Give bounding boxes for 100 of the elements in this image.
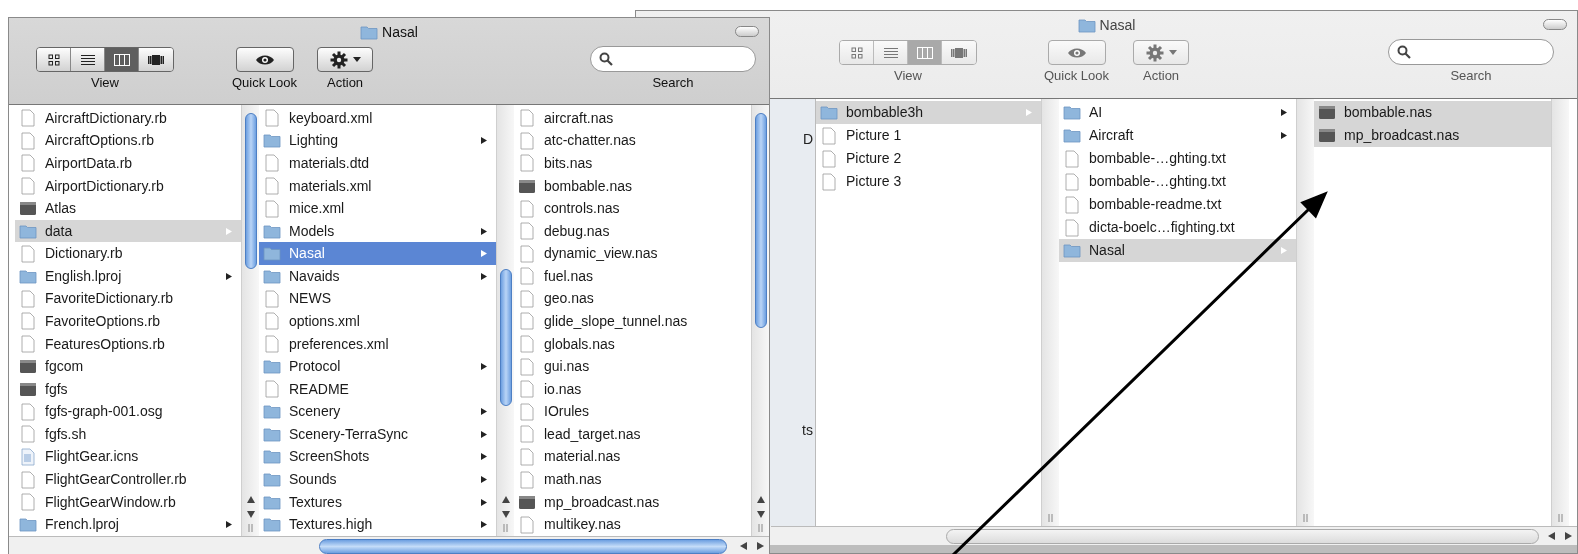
scroll-up-icon[interactable] xyxy=(246,496,255,503)
file-row[interactable]: Nasal xyxy=(259,242,496,266)
file-row[interactable]: Sounds xyxy=(259,468,496,491)
file-row[interactable]: Nasal xyxy=(1059,239,1296,262)
file-row[interactable]: Picture 2 xyxy=(816,147,1041,170)
scroll-right-icon[interactable] xyxy=(757,542,764,550)
resize-grip-icon[interactable] xyxy=(1303,514,1308,522)
scroll-thumb[interactable] xyxy=(319,538,727,554)
file-row[interactable]: fgfs-graph-001.osg xyxy=(15,400,241,424)
file-row[interactable]: FlightGearController.rb xyxy=(15,468,241,491)
quick-look-button[interactable] xyxy=(235,47,294,72)
file-row[interactable]: README xyxy=(259,377,496,401)
file-row[interactable]: geo.nas xyxy=(514,287,751,311)
file-row[interactable]: Models xyxy=(259,219,496,243)
file-row[interactable]: bits.nas xyxy=(514,152,751,175)
file-row[interactable]: Aircraft xyxy=(1059,124,1296,147)
file-row[interactable]: keyboard.xml xyxy=(259,107,496,130)
file-row[interactable]: options.xml xyxy=(259,310,496,333)
file-row[interactable]: controls.nas xyxy=(514,197,751,220)
toolbar-toggle-button[interactable] xyxy=(735,26,759,37)
resize-grip-icon[interactable] xyxy=(758,524,763,532)
resize-grip-icon[interactable] xyxy=(503,524,508,532)
file-row[interactable]: mp_broadcast.nas xyxy=(1314,124,1551,147)
file-row[interactable]: bombable-…ghting.txt xyxy=(1059,147,1296,170)
scroll-down-icon[interactable] xyxy=(501,511,510,518)
file-row[interactable]: globals.nas xyxy=(514,332,751,356)
scroll-bar[interactable] xyxy=(751,105,769,536)
file-row[interactable]: material.nas xyxy=(514,445,751,469)
file-row[interactable]: bombable-readme.txt xyxy=(1059,193,1296,216)
file-row[interactable]: fgcom xyxy=(15,355,241,378)
file-row[interactable]: Dictionary.rb xyxy=(15,242,241,266)
file-row[interactable]: bombable3h xyxy=(816,101,1041,124)
file-row[interactable]: Textures xyxy=(259,490,496,514)
file-row[interactable]: Lighting xyxy=(259,129,496,153)
view-mode-button[interactable] xyxy=(37,48,71,71)
scroll-bar[interactable] xyxy=(1296,99,1314,526)
action-button[interactable] xyxy=(317,47,374,72)
file-row[interactable]: glide_slope_tunnel.nas xyxy=(514,310,751,333)
file-row[interactable]: AircraftDictionary.rb xyxy=(15,107,241,130)
file-row[interactable]: Picture 3 xyxy=(816,170,1041,193)
file-row[interactable]: AircraftOptions.rb xyxy=(15,129,241,153)
file-row[interactable]: NEWS xyxy=(259,287,496,311)
file-row[interactable]: atc-chatter.nas xyxy=(514,129,751,153)
scroll-thumb[interactable] xyxy=(755,112,767,328)
file-row[interactable]: bombable.nas xyxy=(1314,101,1551,124)
file-row[interactable]: Textures.high xyxy=(259,513,496,536)
file-row[interactable]: bombable-…ghting.txt xyxy=(1059,170,1296,193)
file-row[interactable]: dicta-boelc…fighting.txt xyxy=(1059,216,1296,239)
scroll-bar[interactable] xyxy=(1551,99,1569,526)
file-row[interactable]: data xyxy=(15,219,241,243)
resize-grip-icon[interactable] xyxy=(248,524,253,532)
file-row[interactable]: ScreenShots xyxy=(259,445,496,469)
view-mode-button[interactable] xyxy=(71,48,105,71)
file-row[interactable]: FlightGear.icns xyxy=(15,445,241,469)
scroll-bar[interactable] xyxy=(1041,99,1059,526)
file-row[interactable]: English.lproj xyxy=(15,265,241,288)
scroll-bar[interactable] xyxy=(496,105,514,536)
horizontal-scroll-bar[interactable] xyxy=(9,536,769,554)
file-row[interactable]: debug.nas xyxy=(514,219,751,243)
file-row[interactable]: FavoriteDictionary.rb xyxy=(15,287,241,311)
file-row[interactable]: Atlas xyxy=(15,197,241,220)
file-row[interactable]: materials.xml xyxy=(259,174,496,198)
file-row[interactable]: mp_broadcast.nas xyxy=(514,490,751,514)
file-row[interactable]: AirportDictionary.rb xyxy=(15,174,241,198)
file-row[interactable]: Picture 1 xyxy=(816,124,1041,147)
file-row[interactable]: mice.xml xyxy=(259,197,496,220)
file-row[interactable]: io.nas xyxy=(514,377,751,401)
file-row[interactable]: AI xyxy=(1059,101,1296,124)
search-field[interactable] xyxy=(590,46,756,72)
scroll-down-icon[interactable] xyxy=(246,511,255,518)
file-row[interactable]: bombable.nas xyxy=(514,174,751,198)
file-row[interactable]: aircraft.nas xyxy=(514,107,751,130)
scroll-left-icon[interactable] xyxy=(1548,532,1555,540)
view-mode-control[interactable] xyxy=(36,47,174,72)
file-row[interactable]: preferences.xml xyxy=(259,332,496,356)
file-row[interactable]: multikey.nas xyxy=(514,513,751,536)
file-row[interactable]: fuel.nas xyxy=(514,265,751,288)
search-field[interactable] xyxy=(1388,39,1554,65)
scroll-up-icon[interactable] xyxy=(756,496,765,503)
file-row[interactable]: materials.dtd xyxy=(259,152,496,175)
scroll-thumb[interactable] xyxy=(500,269,512,407)
file-row[interactable]: FeaturesOptions.rb xyxy=(15,332,241,356)
view-mode-button[interactable] xyxy=(105,48,139,71)
file-row[interactable]: fgfs xyxy=(15,377,241,401)
file-row[interactable]: lead_target.nas xyxy=(514,423,751,446)
view-mode-button[interactable] xyxy=(139,48,173,71)
scroll-bar[interactable] xyxy=(241,105,259,536)
scroll-down-icon[interactable] xyxy=(756,511,765,518)
file-row[interactable]: AirportData.rb xyxy=(15,152,241,175)
scroll-left-icon[interactable] xyxy=(740,542,747,550)
scroll-thumb[interactable] xyxy=(946,528,1539,544)
scroll-right-icon[interactable] xyxy=(1565,532,1572,540)
file-row[interactable]: Scenery xyxy=(259,400,496,424)
file-row[interactable]: dynamic_view.nas xyxy=(514,242,751,266)
file-row[interactable]: French.lproj xyxy=(15,513,241,536)
file-row[interactable]: Navaids xyxy=(259,265,496,288)
file-row[interactable]: Protocol xyxy=(259,355,496,378)
file-row[interactable]: Scenery-TerraSync xyxy=(259,423,496,446)
file-row[interactable]: gui.nas xyxy=(514,355,751,378)
toolbar-toggle-button[interactable] xyxy=(1543,19,1567,30)
